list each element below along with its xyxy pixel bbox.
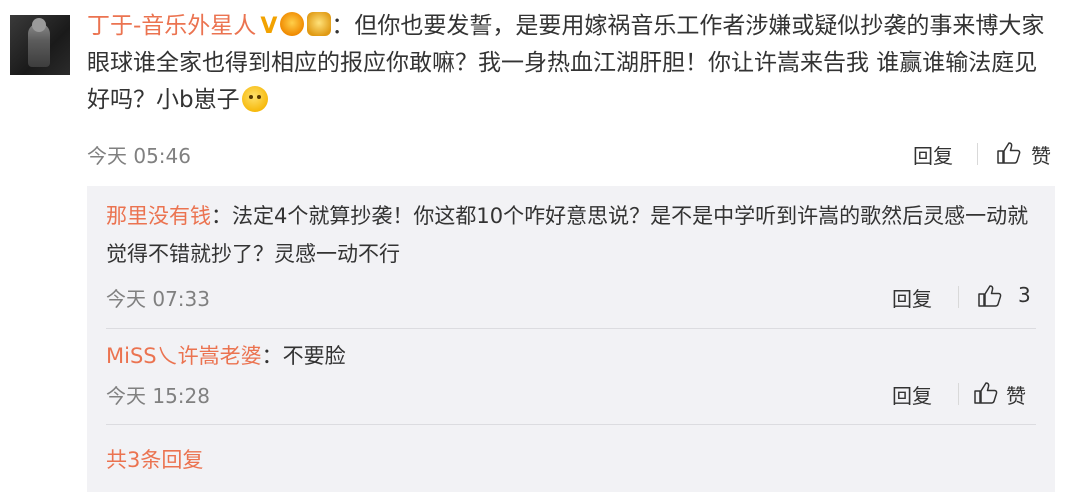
comment-meta: 今天 05:46 回复 赞: [87, 140, 1055, 170]
emoji-icon: [241, 86, 268, 112]
more-divider: [106, 424, 1036, 425]
reply-2-meta: 今天 15:28 回复 赞: [106, 380, 1036, 410]
comment-time: 今天 05:46: [87, 144, 191, 168]
comment-username[interactable]: 丁于-音乐外星人: [87, 13, 256, 39]
reply-1-meta: 今天 07:33 回复 3: [106, 283, 1036, 313]
thumbs-up-icon[interactable]: [995, 140, 1021, 166]
more-replies-link[interactable]: 共3条回复: [106, 444, 203, 474]
reply-2-username[interactable]: MiSS乀许嵩老婆: [106, 344, 262, 368]
reply-2-body: MiSS乀许嵩老婆：不要脸: [106, 337, 1036, 375]
reply-1-divider: [958, 286, 959, 308]
reply-2-text: 不要脸: [282, 344, 346, 368]
reply-1-reply-button[interactable]: 回复: [892, 283, 932, 312]
reply-divider: [106, 328, 1036, 329]
reply-2-separator: ：: [261, 344, 283, 368]
reply-2-time: 今天 15:28: [106, 384, 210, 408]
avatar[interactable]: [10, 15, 70, 75]
reply-2-divider: [958, 383, 959, 405]
weibo-comment-page: 丁于-音乐外星人 V ：但你也要发誓，是要用嫁祸音乐工作者涉嫌或疑似抄袭的事来博大家…: [0, 0, 1080, 492]
reply-1-text: 法定4个就算抄袭！你这都10个咋好意思说？是不是中学听到许嵩的歌然后灵感一动就觉…: [106, 204, 1029, 266]
reply-2-like-label[interactable]: 赞: [1006, 380, 1026, 409]
verified-icon: V: [260, 14, 278, 39]
avatar-head: [32, 18, 46, 32]
reply-2-reply-button[interactable]: 回复: [892, 380, 932, 409]
reply-1-body: 那里没有钱：法定4个就算抄袭！你这都10个咋好意思说？是不是中学听到许嵩的歌然后…: [106, 197, 1036, 273]
crown-badge-icon: [280, 12, 305, 36]
member-badge-icon: [307, 12, 332, 36]
comment-body: 丁于-音乐外星人 V ：但你也要发誓，是要用嫁祸音乐工作者涉嫌或疑似抄袭的事来博大家…: [87, 8, 1057, 119]
thumbs-up-icon[interactable]: [972, 380, 998, 406]
reply-1-time: 今天 07:33: [106, 287, 210, 311]
reply-1-like-count[interactable]: 3: [1018, 283, 1031, 307]
comment-like-label[interactable]: 赞: [1031, 140, 1051, 169]
comment-divider: [977, 143, 978, 165]
reply-1-separator: ：: [211, 204, 232, 228]
comment-separator: ：: [331, 13, 355, 39]
thumbs-up-icon[interactable]: [976, 283, 1002, 309]
comment-reply-button[interactable]: 回复: [913, 140, 953, 169]
reply-1-username[interactable]: 那里没有钱: [106, 204, 211, 228]
